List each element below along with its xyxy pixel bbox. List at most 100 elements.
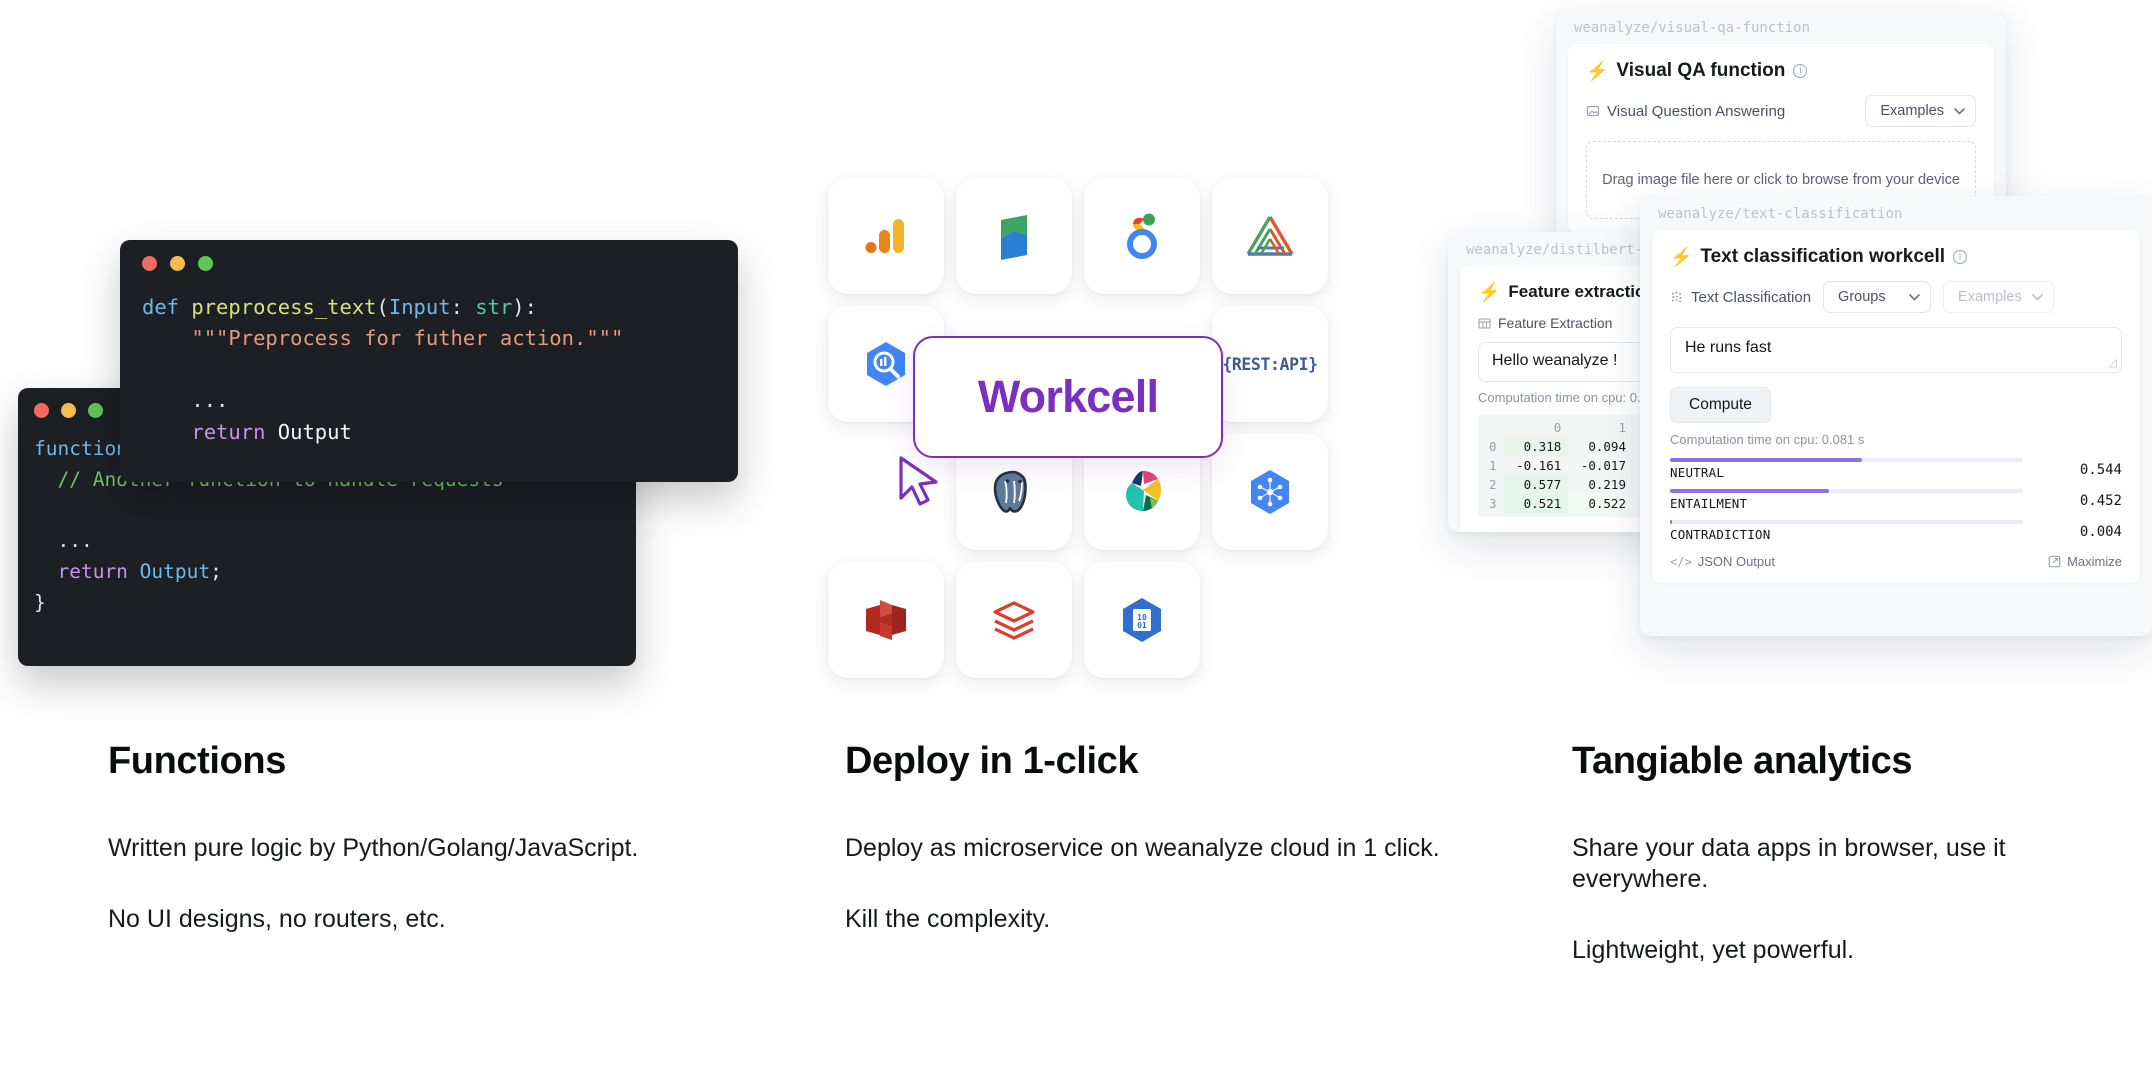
examples-dropdown-label: Examples	[1958, 289, 2022, 305]
image-task-icon	[1586, 105, 1600, 117]
maximize-dot-icon[interactable]	[88, 402, 103, 418]
code-token: ):	[512, 295, 537, 319]
text-input-value: Hello weanalyze !	[1492, 352, 1618, 369]
compute-button[interactable]: Compute	[1670, 387, 1771, 423]
code-line: return Output	[142, 417, 716, 448]
card-subrow: Text Classification Groups Examples	[1670, 281, 2122, 313]
code-line: return Output;	[34, 557, 620, 588]
svg-text:01: 01	[1137, 621, 1147, 630]
lightning-bolt-icon: ⚡	[1670, 247, 1693, 267]
rest-api-icon: {REST:API}	[1222, 354, 1318, 374]
table-corner-cell	[1480, 418, 1504, 437]
code-content-python: def preprocess_text(Input: str): """Prep…	[120, 286, 738, 448]
examples-dropdown-text-classification[interactable]: Examples	[1943, 281, 2054, 313]
task-label-text: Feature Extraction	[1498, 315, 1613, 331]
google-optimize-icon	[1127, 213, 1157, 259]
logo-tile-apache-superset[interactable]	[1212, 178, 1328, 294]
code-token: ...	[142, 388, 229, 413]
groups-dropdown-label: Groups	[1838, 289, 1886, 305]
mouse-cursor-icon	[899, 456, 938, 506]
card-subrow: Visual Question Answering Examples	[1586, 95, 1976, 127]
postgresql-icon	[993, 470, 1027, 513]
code-token: """Preprocess for futher action."""	[142, 326, 624, 351]
logo-tile-smartsheet[interactable]	[956, 178, 1072, 294]
code-line: }	[34, 588, 620, 619]
code-token: return	[57, 560, 140, 584]
classification-label: ENTAILMENT	[1670, 496, 1748, 511]
chevron-down-icon	[2031, 293, 2043, 301]
code-line: """Preprocess for futher action."""	[142, 323, 716, 354]
resize-grip-icon[interactable]: ◿	[2109, 356, 2117, 369]
groups-dropdown[interactable]: Groups	[1823, 281, 1932, 313]
table-column-header: 1	[1618, 420, 1626, 435]
workcell-label: Workcell	[977, 371, 1159, 422]
table-cell: 0.577	[1503, 475, 1569, 494]
feature-paragraph-1: Share your data apps in browser, use it …	[1572, 834, 2006, 893]
logo-tile-google-dataproc[interactable]	[1212, 434, 1328, 550]
card-title-row: ⚡ Text classification workcell i	[1670, 246, 2122, 268]
score-bar-track	[1670, 520, 2023, 524]
task-label-text: Visual Question Answering	[1607, 102, 1786, 120]
classification-results: NEUTRAL 0.544 ENTAILMENT 0.452 CONTRADICTION…	[1670, 458, 2122, 542]
json-output-label: JSON Output	[1697, 554, 1775, 569]
code-token: preprocess_text	[191, 295, 377, 319]
feature-paragraph-2: Lightweight, yet powerful.	[1572, 936, 1855, 964]
card-text-classification: ⚡ Text classification workcell i Text Cl…	[1652, 230, 2140, 583]
code-token: ;	[210, 560, 222, 584]
table-row-index: 3	[1489, 496, 1497, 511]
examples-dropdown-label: Examples	[1880, 103, 1944, 119]
score-bar-fill	[1670, 458, 1862, 462]
score-bar-track	[1670, 489, 2023, 493]
chevron-down-icon	[1909, 293, 1920, 301]
code-line: ...	[142, 385, 716, 416]
table-task-icon	[1478, 317, 1491, 329]
close-dot-icon[interactable]	[142, 255, 157, 271]
table-row-index: 0	[1489, 439, 1497, 454]
task-label-visual-qa: Visual Question Answering	[1586, 103, 1785, 120]
classification-label: CONTRADICTION	[1670, 527, 1771, 542]
json-output-label: JSON Output	[1506, 529, 1583, 532]
code-token: str	[475, 295, 513, 319]
code-token: def	[142, 295, 192, 319]
table-cell: 0.318	[1503, 437, 1569, 456]
text-input-text-classification[interactable]: He runs fast ◿	[1670, 327, 2122, 373]
databricks-icon	[993, 601, 1035, 640]
maximize-link[interactable]: Maximize	[2048, 554, 2122, 569]
feature-paragraph-1: Deploy as microservice on weanalyze clou…	[845, 834, 1440, 862]
json-output-link-feature-extraction[interactable]: </> JSON Output	[1478, 529, 1583, 532]
logo-tile-binary-file[interactable]: 10 01	[1084, 562, 1200, 678]
examples-dropdown-visual-qa[interactable]: Examples	[1865, 95, 1976, 127]
scatter-task-icon	[1672, 291, 1682, 303]
panel-url-visual-qa: weanalyze/visual-qa-function	[1574, 20, 1811, 36]
close-dot-icon[interactable]	[34, 402, 49, 418]
logo-tile-databricks[interactable]	[956, 562, 1072, 678]
feature-heading: Tangiable analytics	[1572, 740, 1913, 782]
logo-tile-google-analytics[interactable]	[828, 178, 944, 294]
code-token: return	[191, 419, 278, 444]
minimize-dot-icon[interactable]	[170, 255, 185, 271]
apache-superset-icon	[1246, 216, 1294, 256]
code-line: ...	[34, 526, 620, 557]
maximize-dot-icon[interactable]	[198, 255, 213, 271]
classification-result-row: NEUTRAL 0.544	[1670, 458, 2122, 480]
code-token: Input	[388, 295, 451, 319]
logo-tile-amazon-redshift[interactable]	[828, 562, 944, 678]
code-window-python: def preprocess_text(Input: str): """Prep…	[120, 240, 738, 482]
info-icon[interactable]: i	[1953, 250, 1968, 264]
info-icon[interactable]: i	[1793, 64, 1808, 78]
json-output-link-text-classification[interactable]: </> JSON Output	[1670, 554, 1775, 569]
minimize-dot-icon[interactable]	[61, 402, 76, 418]
code-token: }	[34, 590, 46, 614]
classification-score: 0.004	[2079, 524, 2122, 540]
code-token: Output	[139, 560, 211, 584]
amazon-redshift-icon	[866, 600, 906, 640]
table-cell: 0.521	[1503, 494, 1569, 513]
feature-column-functions: Functions Written pure logic by Python/G…	[108, 740, 728, 935]
code-brackets-icon: </>	[1670, 554, 1692, 569]
logo-tile-google-optimize[interactable]	[1084, 178, 1200, 294]
logo-tile-rest-api[interactable]: {REST:API}	[1212, 306, 1328, 422]
table-cell: 0.522	[1568, 494, 1633, 513]
chevron-down-icon	[1954, 107, 1965, 115]
